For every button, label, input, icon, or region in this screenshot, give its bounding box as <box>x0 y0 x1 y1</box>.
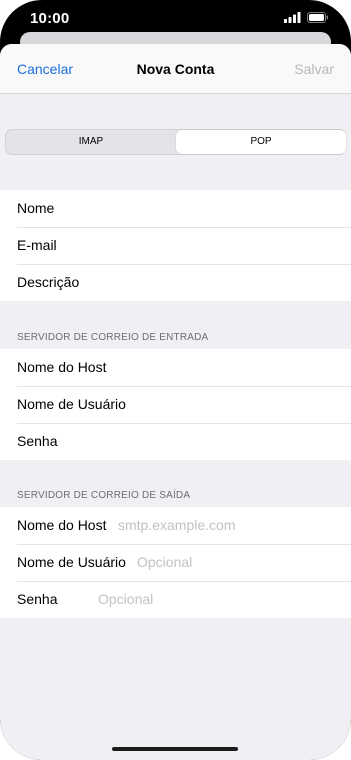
outgoing-password-label: Senha <box>17 591 58 607</box>
outgoing-password-placeholder: Opcional <box>98 591 154 607</box>
navigation-bar: Cancelar Nova Conta Salvar <box>0 44 351 94</box>
outgoing-server-header: SERVIDOR DE CORREIO DE SAÍDA <box>17 490 191 501</box>
status-time: 10:00 <box>30 10 70 27</box>
home-indicator <box>112 747 238 751</box>
name-label: Nome <box>17 200 55 216</box>
outgoing-username-placeholder: Opcional <box>137 554 193 570</box>
incoming-server-header: SERVIDOR DE CORREIO DE ENTRADA <box>17 332 209 343</box>
outgoing-host-label: Nome do Host <box>17 517 107 533</box>
protocol-segmented-control: IMAP POP <box>5 129 346 155</box>
outgoing-host-field[interactable]: Nome do Host smtp.example.com <box>0 507 351 544</box>
segment-pop[interactable]: POP <box>176 130 346 154</box>
email-label: E-mail <box>17 237 57 253</box>
battery-icon <box>307 12 328 23</box>
incoming-password-label: Senha <box>17 433 58 449</box>
incoming-username-label: Nome de Usuário <box>17 396 126 412</box>
cellular-signal-icon <box>284 12 301 23</box>
description-field[interactable]: Descrição <box>0 264 351 301</box>
outgoing-password-field[interactable]: Senha Opcional <box>0 581 351 618</box>
save-button[interactable]: Salvar <box>294 61 334 77</box>
new-account-sheet: Cancelar Nova Conta Salvar IMAP POP Nome… <box>0 44 351 760</box>
incoming-host-field[interactable]: Nome do Host <box>0 349 351 386</box>
incoming-server-group: Nome do Host Nome de Usuário Senha <box>0 349 351 460</box>
account-info-group: Nome E-mail Descrição <box>0 190 351 301</box>
segment-imap[interactable]: IMAP <box>6 130 176 154</box>
incoming-host-label: Nome do Host <box>17 359 107 375</box>
name-field[interactable]: Nome <box>0 190 351 227</box>
status-icons <box>284 12 329 23</box>
email-field[interactable]: E-mail <box>0 227 351 264</box>
outgoing-server-group: Nome do Host smtp.example.com Nome de Us… <box>0 507 351 618</box>
incoming-password-field[interactable]: Senha <box>0 423 351 460</box>
outgoing-host-placeholder: smtp.example.com <box>118 517 236 533</box>
description-label: Descrição <box>17 274 80 290</box>
outgoing-username-label: Nome de Usuário <box>17 554 126 570</box>
incoming-username-field[interactable]: Nome de Usuário <box>0 386 351 423</box>
outgoing-username-field[interactable]: Nome de Usuário Opcional <box>0 544 351 581</box>
phone-frame: 10:00 Cancelar Nova Conta Salvar IMAP PO… <box>0 0 351 760</box>
